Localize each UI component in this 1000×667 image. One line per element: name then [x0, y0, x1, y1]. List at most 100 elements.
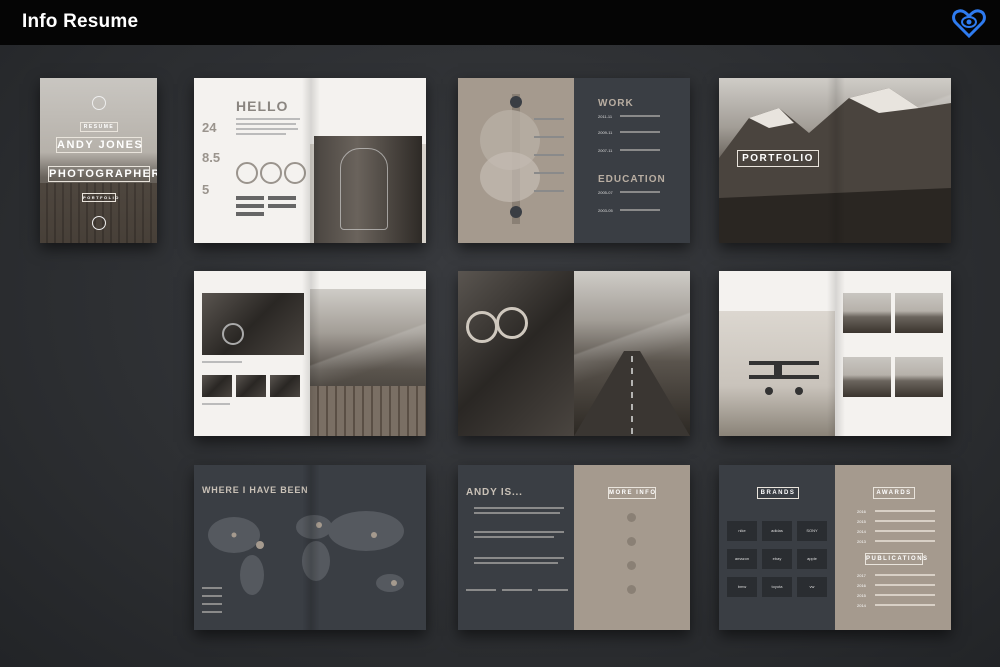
skill-bar [236, 204, 264, 208]
pub-year-2: 2016 [857, 583, 866, 588]
publications-title: PUBLICATIONS [865, 553, 927, 565]
road-photo [574, 271, 690, 436]
text-line [875, 540, 935, 542]
edu-year-1: 2005-07 [598, 190, 613, 195]
work-year-3: 2007-11 [598, 148, 613, 153]
text-line [620, 131, 660, 133]
thumb-photo [202, 375, 232, 397]
edu-year-2: 2003-05 [598, 208, 613, 213]
awards-page: AWARDS 2016 2015 2014 2013 PUBLICATIONS … [835, 465, 951, 630]
legend-line [202, 603, 222, 605]
text-line [875, 574, 935, 576]
text-line [875, 604, 935, 606]
cover-role: PHOTOGRAPHER [48, 166, 157, 182]
text-line [474, 557, 564, 559]
timeline-page [458, 78, 574, 243]
cover-portfolio-label: PORTFOLIO [82, 193, 120, 202]
text-line [534, 190, 564, 192]
text-line [534, 136, 564, 138]
timeline-node-icon [510, 96, 522, 108]
text-line [534, 172, 564, 174]
graffiti-photo-page [310, 78, 426, 243]
headlight-icon [466, 311, 498, 343]
experience-spread: WORK 2011-11 2009-11 2007-11 EDUCATION 2… [458, 78, 690, 243]
text-line [236, 133, 286, 135]
about-spread: ANDY IS... MORE INFO [458, 465, 690, 630]
thumb-photo [270, 375, 300, 397]
text-line [474, 512, 560, 514]
mail-icon[interactable] [627, 537, 636, 546]
cover-name: ANDY JONES [56, 137, 144, 153]
skill-ring [236, 162, 258, 184]
thumb-photo [236, 375, 266, 397]
car-dock-spread [194, 271, 426, 436]
brand-logo-ebay: ebay [762, 549, 792, 569]
world-map-icon [208, 511, 404, 595]
hello-heading: HELLO [236, 98, 289, 114]
brand-logo-apple: apple [797, 549, 827, 569]
twitter-icon[interactable] [627, 585, 636, 594]
about-page: ANDY IS... [458, 465, 574, 630]
more-info-page: MORE INFO [574, 465, 690, 630]
text-line [202, 403, 230, 405]
more-info-label: MORE INFO [608, 487, 656, 499]
text-line [875, 584, 935, 586]
headlight-icon [496, 307, 528, 339]
map-spread: WHERE I HAVE BEEN [194, 465, 426, 630]
text-line [236, 128, 298, 130]
text-line [620, 115, 660, 117]
app-title: Info Resume [22, 11, 139, 32]
brand-logo-nike: nike [727, 521, 757, 541]
cover-footer-icon [92, 216, 106, 230]
text-line [502, 589, 532, 591]
award-year-1: 2016 [857, 509, 866, 514]
brand-logo-adidas: adidas [762, 521, 792, 541]
brochure-preview-stage: RESUME ANDY JONES PHOTOGRAPHER PORTFOLIO… [0, 45, 1000, 667]
thumb-photo [843, 293, 891, 333]
biplane-icon [749, 361, 819, 395]
pub-year-1: 2017 [857, 573, 866, 578]
skill-bar [268, 196, 296, 200]
award-year-2: 2015 [857, 519, 866, 524]
beach-grid-page [835, 271, 951, 436]
education-heading: EDUCATION [598, 174, 666, 185]
dock-planks [310, 386, 426, 436]
car-road-spread [458, 271, 690, 436]
brand-logo-sony: SONY [797, 521, 827, 541]
text-line [474, 536, 554, 538]
pub-year-4: 2014 [857, 603, 866, 608]
plane-page [719, 271, 835, 436]
hello-page: HELLO 24 8.5 5 [194, 78, 310, 243]
timeline-node-icon [510, 206, 522, 218]
pub-year-3: 2015 [857, 593, 866, 598]
text-line [538, 589, 568, 591]
hello-spread: HELLO 24 8.5 5 [194, 78, 426, 243]
legend-line [202, 611, 222, 613]
heart-eye-logo-icon[interactable] [952, 7, 986, 39]
brands-spread: BRANDS nike adidas SONY amazon ebay appl… [719, 465, 951, 630]
skill-ring [284, 162, 306, 184]
text-line [620, 209, 660, 211]
hello-stat-1: 24 [202, 120, 217, 135]
lake-dock-photo [310, 289, 426, 436]
plane-spread [719, 271, 951, 436]
text-line [534, 118, 564, 120]
map-page: WHERE I HAVE BEEN [194, 465, 426, 630]
globe-icon[interactable] [627, 513, 636, 522]
cover-page: RESUME ANDY JONES PHOTOGRAPHER PORTFOLIO [40, 78, 157, 243]
brand-logo-toyota: toyota [762, 577, 792, 597]
plane-photo [719, 311, 835, 436]
cover-resume-label: RESUME [80, 122, 118, 132]
text-line [466, 589, 496, 591]
text-line [474, 507, 564, 509]
road-icon [574, 351, 690, 436]
phone-icon[interactable] [627, 561, 636, 570]
text-line [236, 118, 300, 120]
brands-title: BRANDS [757, 487, 799, 499]
text-line [474, 531, 564, 533]
portfolio-title: PORTFOLIO [737, 150, 819, 167]
work-heading: WORK [598, 98, 634, 109]
top-bar: Info Resume [0, 0, 1000, 45]
portfolio-spread: PORTFOLIO [719, 78, 951, 243]
thumb-photo [843, 357, 891, 397]
